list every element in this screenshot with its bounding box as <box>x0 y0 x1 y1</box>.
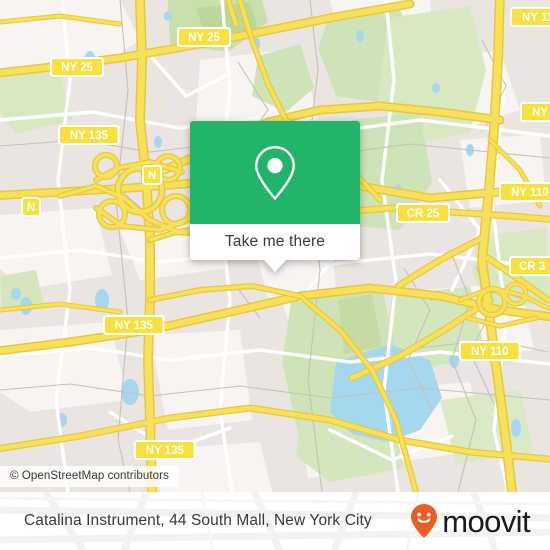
moovit-logo[interactable]: moovit <box>409 503 531 539</box>
osm-attribution-text: © OpenStreetMap contributors <box>10 470 169 482</box>
location-callout-card[interactable]: Take me there <box>190 121 360 272</box>
road-shield-label: CR 3 <box>519 261 545 273</box>
road-shield: CR 25 <box>396 203 450 223</box>
osm-attribution: © OpenStreetMap contributors <box>0 466 179 487</box>
road-shield: N <box>142 165 162 185</box>
road-shield: NY 25 <box>50 57 104 77</box>
road-shield-label: NY 110 <box>532 107 550 119</box>
road-shield-label: N <box>148 170 156 182</box>
screenshot-root: NY 25 NY 25 NY 110 NY 135 NY 110 N N NY 110 CR 2… <box>0 0 550 550</box>
callout-pointer <box>263 259 287 272</box>
road-shield-label: NY 110 <box>522 12 550 24</box>
road-shield: CR 3 <box>509 256 550 276</box>
road-shield: NY 135 <box>58 125 120 145</box>
road-shield-label: NY 135 <box>70 130 109 142</box>
road-shield-label: CR 25 <box>407 208 440 220</box>
road-shield: NY 110 <box>499 182 550 202</box>
road-shield: NY 25 <box>177 27 231 47</box>
road-shield-label: NY 110 <box>511 187 549 199</box>
road-shield-label: NY 25 <box>188 32 220 44</box>
take-me-there-label: Take me there <box>224 233 326 250</box>
footer-bar: Catalina Instrument, 44 South Mall, New … <box>0 492 550 550</box>
road-shield-label: NY 135 <box>115 320 154 332</box>
road-shield: NY 110 <box>459 341 521 361</box>
moovit-wordmark: moovit <box>442 503 530 539</box>
map-pin-icon <box>254 145 296 200</box>
road-shield: NY 135 <box>134 440 196 460</box>
road-shield: NY 110 <box>510 7 550 27</box>
callout-action-bar[interactable]: Take me there <box>190 224 360 272</box>
road-shield-label: NY 110 <box>471 346 509 358</box>
location-address: Catalina Instrument, 44 South Mall, New … <box>24 512 372 529</box>
road-shield: NY 110 <box>520 102 550 122</box>
road-shield: NY 135 <box>103 315 165 335</box>
road-shield-label: NY 135 <box>146 445 185 457</box>
moovit-pin-icon <box>411 504 438 538</box>
road-shield-label: NY 25 <box>61 62 93 74</box>
callout-header <box>190 121 360 224</box>
road-shield-label: N <box>27 202 35 214</box>
road-shield: N <box>21 197 41 217</box>
